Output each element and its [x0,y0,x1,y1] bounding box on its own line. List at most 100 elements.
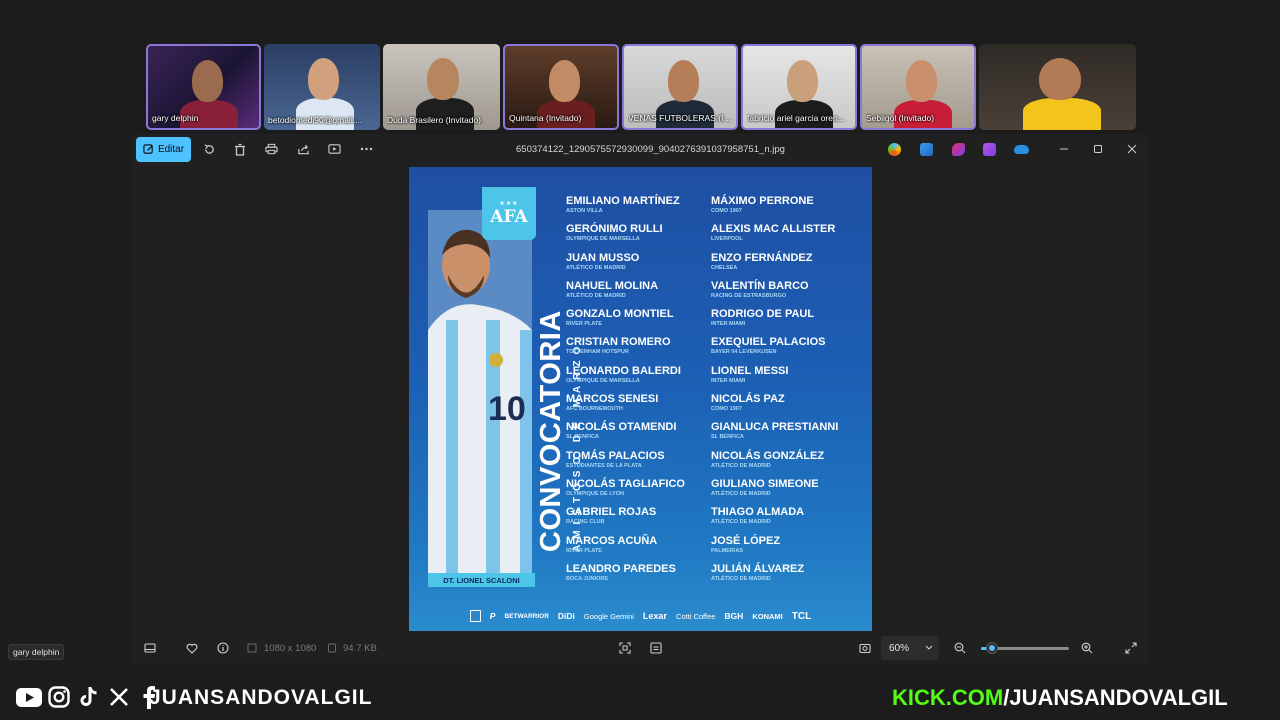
minimize-icon[interactable] [1054,140,1074,158]
actual-size-icon[interactable] [648,640,664,656]
player-club: OLYMPIQUE DE MARSELLA [566,377,640,384]
participant-name: Duda Brasilero (Invitado) [387,115,482,125]
player-name: GONZALO MONTIEL [566,308,674,321]
player-entry: MÁXIMO PERRONE COMO 1907 [711,195,838,223]
player-name: CRISTIAN ROMERO [566,336,671,349]
instagram-icon [46,684,72,710]
player-club: PALMEIRAS [711,547,743,554]
dimensions-icon [244,640,260,656]
player-name: NAHUEL MOLINA [566,279,659,292]
player-name: VALENTÍN BARCO [711,279,809,292]
social-icons [16,684,162,710]
afa-mini-icon [469,610,481,622]
player-club: ESTUDIANTES DE LA PLATA [566,462,642,469]
more-icon[interactable] [358,141,374,157]
participant-body [1022,98,1102,130]
player-entry: GIANLUCA PRESTIANNI SL BENFICA [711,421,838,449]
screenshot-icon[interactable] [857,640,873,656]
maximize-icon[interactable] [1088,140,1108,158]
participant-tile[interactable]: gary delphin [146,44,261,130]
share-icon[interactable] [295,141,311,157]
edit-button[interactable]: Editar [136,137,191,162]
player-photo: 10 [428,210,532,587]
participant-name: betodiomedi90@gmail.... [268,115,363,125]
close-icon[interactable] [1122,140,1142,158]
player-name: GERÓNIMO RULLI [566,223,663,236]
sponsor-7: TCL [791,610,812,622]
player-club: ATLÉTICO DE MADRID [711,519,771,526]
participant-head [427,58,460,100]
zoom-in-icon[interactable] [1079,640,1095,656]
player-entry: NICOLÁS GONZÁLEZ ATLÉTICO DE MADRID [711,450,838,478]
convocatoria-title: CONVOCATORIA [535,310,567,552]
zoom-out-icon[interactable] [952,640,968,656]
svg-text:10: 10 [488,390,526,428]
participant-tile[interactable]: Duda Brasilero (Invitado) [383,44,500,130]
fullscreen-icon[interactable] [1123,640,1139,656]
participant-tile[interactable]: fabricio ariel garcia oren... [741,44,857,130]
player-entry: EMILIANO MARTÍNEZ ASTON VILLA [566,195,685,223]
sponsor-strip: P BETWARRIOR DiDi Google Gemini Lexar Co… [409,601,872,631]
player-club: OLYMPIQUE DE MARSELLA [566,236,640,243]
participant-head [906,60,938,102]
participant-tile[interactable]: Sebiigol (Invitado) [860,44,976,130]
rotate-icon[interactable] [201,141,217,157]
sponsor-5: BGH [724,611,744,621]
player-name: GIULIANO SIMEONE [711,477,819,490]
coach-label: DT. LIONEL SCALONI [428,573,535,587]
player-club: ATLÉTICO DE MADRID [711,490,771,497]
photo-editor-icon[interactable] [920,143,933,156]
participant-strip: gary delphin betodiomedi90@gmail.... Duda … [146,44,1136,130]
player-name: LIONEL MESSI [711,364,789,377]
participant-body [296,98,355,130]
player-name: JOSÉ LÓPEZ [711,534,781,547]
sponsor-3: Lexar [642,611,667,621]
participant-tile[interactable] [979,44,1136,130]
player-club: BAYER 04 LEVERKUSEN [711,349,777,356]
clipchamp-icon[interactable] [952,143,965,156]
info-icon[interactable] [215,640,231,656]
player-club: AFC BOURNEMOUTH [566,406,623,413]
player-club: COMO 1907 [711,406,742,413]
participant-tile[interactable]: VENAS FUTBOLERAS (In... [622,44,738,130]
image-dimensions: 1080 x 1080 [264,643,317,654]
trash-icon[interactable] [232,141,248,157]
player-name: NICOLÁS GONZÁLEZ [711,449,825,462]
zoom-slider-thumb[interactable] [985,642,998,654]
file-name: 650374122_1290575572930099_9040276391037… [516,144,785,155]
participant-name: fabricio ariel garcia oren... [747,113,845,123]
participant-head [668,60,700,102]
player-entry: JOSÉ LÓPEZ PALMEIRAS [711,535,838,563]
fit-screen-icon[interactable] [617,640,633,656]
kick-path: /JUANSANDOVALGIL [1003,685,1228,710]
participant-head [308,58,340,100]
participant-name: Quintana (Invitado) [509,113,582,123]
player-name: LEANDRO PAREDES [566,562,676,575]
participant-name: VENAS FUTBOLERAS (In... [628,113,732,123]
participant-tile[interactable]: Quintana (Invitado) [503,44,619,130]
player-club: INTER MIAMI [711,321,746,328]
player-club: ATLÉTICO DE MADRID [711,575,771,582]
zoom-slider[interactable] [981,642,1069,654]
youtube-icon [16,684,42,710]
designer-icon[interactable] [983,143,996,156]
player-entry: GIULIANO SIMEONE ATLÉTICO DE MADRID [711,478,838,506]
player-name: ENZO FERNÁNDEZ [711,251,813,264]
copilot-icon[interactable] [888,143,901,156]
player-name: EXEQUIEL PALACIOS [711,336,826,349]
player-entry: VALENTÍN BARCO RACING DE ESTRASBURGO [711,280,838,308]
player-entry: NICOLÁS OTAMENDI SL BENFICA [566,421,685,449]
sponsor-6: KONAMI [752,611,783,621]
photo-viewer-window: Editar 650374122_1290575572930099_904027… [131,134,1149,664]
filmstrip-icon[interactable] [142,640,158,656]
player-entry: LEANDRO PAREDES BOCA JUNIORS [566,563,685,591]
player-entry: LIONEL MESSI INTER MIAMI [711,365,838,393]
onedrive-icon[interactable] [1014,145,1029,154]
print-icon[interactable] [263,141,279,157]
slideshow-icon[interactable] [326,141,342,157]
player-club: ASTON VILLA [566,208,603,214]
zoom-dropdown[interactable]: 60% [881,636,939,660]
favorite-heart-icon[interactable] [184,640,200,656]
participant-tile[interactable]: betodiomedi90@gmail.... [264,44,380,130]
player-club: SL BENFICA [711,434,744,441]
